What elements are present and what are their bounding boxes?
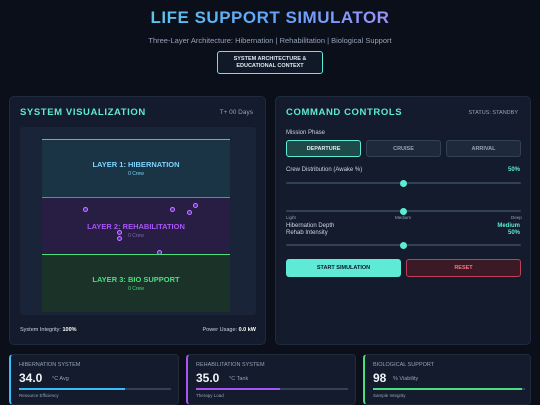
stat-value: 98 xyxy=(373,371,387,385)
crew-member-dot xyxy=(187,210,192,215)
controls-panel: COMMAND CONTROLS STATUS: STANDBY Mission… xyxy=(275,96,531,345)
slider-thumb[interactable] xyxy=(400,241,407,249)
phase-cruise-button[interactable]: CRUISE xyxy=(366,140,441,157)
header: LIFE SUPPORT SIMULATOR Three-Layer Archi… xyxy=(0,0,540,92)
integrity-value: 100% xyxy=(62,327,77,333)
layer-name: LAYER 1: HIBERNATION xyxy=(92,160,180,169)
tick-medium: Medium xyxy=(395,215,412,220)
layer-crew: 0 Crew xyxy=(128,286,144,292)
crew-distribution-slider[interactable] xyxy=(286,179,521,187)
stat-progress-fill xyxy=(373,388,522,390)
stat-progress-fill xyxy=(19,388,126,390)
layer-crew: 0 Crew xyxy=(128,233,144,239)
stat-progress-bar xyxy=(19,388,171,390)
stat-unit: °C Tank xyxy=(229,376,249,382)
status-badge: STATUS: STANDBY xyxy=(468,110,518,116)
hibernation-stat-card: HIBERNATION SYSTEM 34.0 °C Avg Resource … xyxy=(9,354,179,405)
tick-light: Light xyxy=(286,215,296,220)
crew-distribution-label: Crew Distribution (Awake %) xyxy=(286,167,363,173)
layer-name: LAYER 3: BIO SUPPORT xyxy=(92,275,180,284)
stat-unit: °C Avg xyxy=(52,376,69,382)
integrity-readout: System Integrity: 100% xyxy=(20,327,77,333)
power-value: 0.0 kW xyxy=(238,327,256,333)
crew-distribution-value: 50% xyxy=(507,167,520,173)
slider-thumb[interactable] xyxy=(400,179,407,187)
crew-member-dot xyxy=(193,203,198,208)
stat-note: Resource Efficiency xyxy=(19,393,59,398)
app-subtitle: Three-Layer Architecture: Hibernation | … xyxy=(148,36,392,45)
layer-rehabilitation: LAYER 2: REHABILITATION 0 Crew xyxy=(42,197,230,255)
context-button[interactable]: SYSTEM ARCHITECTURE & EDUCATIONAL CONTEX… xyxy=(217,51,323,74)
controls-title: COMMAND CONTROLS xyxy=(286,107,403,118)
mission-time: T+ 00 Days xyxy=(219,109,253,116)
crew-member-dot xyxy=(83,207,88,212)
stat-progress-bar xyxy=(196,388,348,390)
stat-value: 35.0 xyxy=(196,371,220,385)
bio-support-stat-card: BIOLOGICAL SUPPORT 98 % Viability Sample… xyxy=(363,354,531,405)
hibernation-depth-label: Hibernation Depth xyxy=(286,223,335,229)
hibernation-depth-slider[interactable] xyxy=(286,207,521,215)
visualization-panel: SYSTEM VISUALIZATION T+ 00 Days LAYER 1:… xyxy=(9,96,266,345)
phase-arrival-button[interactable]: ARRIVAL xyxy=(446,140,521,157)
layer-name: LAYER 2: REHABILITATION xyxy=(87,222,185,231)
slider-thumb[interactable] xyxy=(400,207,407,215)
stat-progress-bar xyxy=(373,388,525,390)
stat-name: REHABILITATION SYSTEM xyxy=(196,362,265,368)
phase-departure-button[interactable]: DEPARTURE xyxy=(286,140,361,157)
stat-note: Therapy Load xyxy=(196,393,224,398)
stat-unit: % Viability xyxy=(393,376,419,382)
stat-note: Sample Integrity xyxy=(373,393,406,398)
layer-hibernation: LAYER 1: HIBERNATION 0 Crew xyxy=(42,139,230,197)
rehab-intensity-slider[interactable] xyxy=(286,241,521,249)
layer-crew: 0 Crew xyxy=(128,171,144,177)
reset-button[interactable]: RESET xyxy=(406,259,521,277)
tick-deep: Deep xyxy=(511,215,522,220)
rehab-intensity-label: Rehab Intensity xyxy=(286,230,328,236)
start-simulation-button[interactable]: START SIMULATION xyxy=(286,259,401,277)
crew-member-dot xyxy=(170,207,175,212)
visualization-title: SYSTEM VISUALIZATION xyxy=(20,107,146,118)
integrity-label: System Integrity: xyxy=(20,327,61,333)
rehab-intensity-value: 50% xyxy=(507,230,520,236)
rehabilitation-stat-card: REHABILITATION SYSTEM 35.0 °C Tank Thera… xyxy=(186,354,356,405)
hibernation-depth-value: Medium xyxy=(497,223,520,229)
layer-visualization: LAYER 1: HIBERNATION 0 Crew LAYER 2: REH… xyxy=(20,127,256,315)
stat-name: BIOLOGICAL SUPPORT xyxy=(373,362,435,368)
stat-progress-fill xyxy=(196,388,280,390)
stat-value: 34.0 xyxy=(19,371,43,385)
power-readout: Power Usage: 0.0 kW xyxy=(202,327,256,333)
app-title: LIFE SUPPORT SIMULATOR xyxy=(0,8,540,28)
stat-name: HIBERNATION SYSTEM xyxy=(19,362,81,368)
crew-member-dot xyxy=(117,230,122,235)
power-label: Power Usage: xyxy=(202,327,238,333)
crew-member-dot xyxy=(117,236,122,241)
layer-bio-support: LAYER 3: BIO SUPPORT 0 Crew xyxy=(42,254,230,312)
phase-label: Mission Phase xyxy=(286,130,326,136)
